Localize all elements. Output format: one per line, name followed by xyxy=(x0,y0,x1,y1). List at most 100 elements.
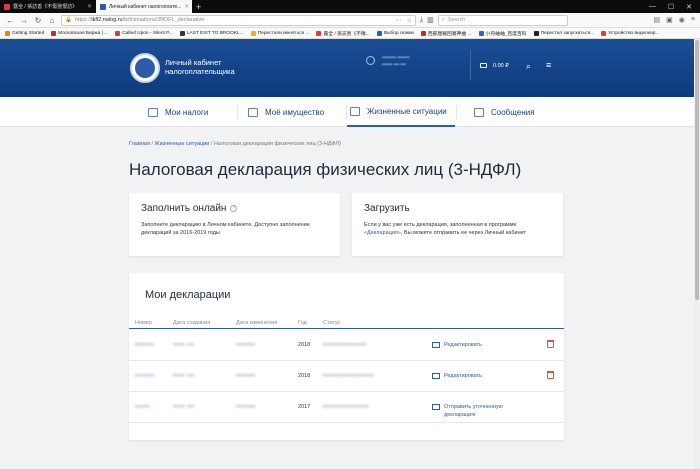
declaration-action-button[interactable]: Редактировать xyxy=(432,372,524,380)
column-header: Год xyxy=(298,320,307,326)
envelope-icon xyxy=(432,404,440,410)
section-title: Мои декларации xyxy=(145,289,231,301)
minimize-icon[interactable]: — xyxy=(649,3,656,11)
browser-tab-active[interactable]: Личный кабинет налогоплате... ✕ xyxy=(96,0,192,13)
search-input[interactable]: ⌕ Search xyxy=(437,14,568,26)
search-icon[interactable]: ⌕ xyxy=(526,61,531,72)
fns-logo[interactable] xyxy=(130,53,160,83)
balance[interactable]: 0.00 ₽ xyxy=(493,63,509,69)
url-host: lkfl2.nalog.ru xyxy=(91,17,123,23)
forward-icon[interactable]: → xyxy=(19,16,29,25)
window-controls: — ☐ ✕ xyxy=(649,3,700,11)
bookmark-item[interactable]: 西部厘戦回葛神曲 ... xyxy=(420,30,472,37)
fill-online-card[interactable]: Заполнить онлайн? Заполните декларацию в… xyxy=(129,193,340,256)
bookmark-favicon-icon xyxy=(51,30,57,36)
breadcrumb-current: Налоговая декларация физических лиц (3-Н… xyxy=(213,141,341,147)
tab-close-icon[interactable]: ✕ xyxy=(184,3,189,10)
library-icon[interactable]: ▤ xyxy=(654,16,661,24)
bookmark-item[interactable]: Московская Биржа | ... xyxy=(51,30,108,36)
bookmark-favicon-icon xyxy=(376,30,382,36)
declaration-action-button[interactable]: Отправить уточненную декларацию xyxy=(432,403,522,419)
taxes-icon xyxy=(148,107,158,117)
breadcrumb-life-situations[interactable]: Жизненные ситуации xyxy=(155,141,210,147)
site-brand[interactable]: Личный кабинет налогоплательщика xyxy=(165,58,235,76)
breadcrumb-home[interactable]: Главная xyxy=(129,141,150,147)
column-header: Статус xyxy=(323,320,341,326)
bookmark-favicon-icon xyxy=(179,30,185,36)
extension-icon[interactable]: ◉ xyxy=(679,16,685,24)
declaration-number[interactable]: •••••• xyxy=(135,404,150,410)
page-title: Налоговая декларация физических лиц (3-Н… xyxy=(129,160,522,179)
browser-tab[interactable]: 露全 / 孫訪善《不傷弛恨訪》 ✕ xyxy=(0,0,96,13)
url-scheme: https:// xyxy=(74,17,92,23)
nav-life-situations[interactable]: Жизненные ситуации xyxy=(347,97,455,127)
date-created: ••••• ••• xyxy=(173,373,195,379)
nav-my-taxes[interactable]: Мои налоги xyxy=(148,97,208,127)
declaration-status: ••••••••••••••••••• xyxy=(323,404,370,410)
envelope-icon xyxy=(432,342,440,348)
back-icon[interactable]: ← xyxy=(5,16,15,25)
sidebar-icon[interactable]: ▣ xyxy=(666,16,673,24)
scrollbar-thumb[interactable] xyxy=(695,40,699,300)
tab-close-icon[interactable]: ✕ xyxy=(87,3,92,10)
declaration-action-button[interactable]: Редактировать xyxy=(432,341,524,349)
bookmark-item[interactable]: 露全 / 孫訪善《不傷... xyxy=(316,30,370,37)
bookmark-item[interactable]: LAST EXIT TO BROOKL... xyxy=(179,30,244,36)
more-actions-icon[interactable]: ⋯ xyxy=(396,17,402,24)
url-bar[interactable]: 🔒 https://lkfl2.nalog.ru/lkfl/situations… xyxy=(61,14,416,26)
date-changed: •••••••• xyxy=(236,404,256,410)
maximize-icon[interactable]: ☐ xyxy=(668,3,674,11)
nav-messages[interactable]: Сообщения xyxy=(474,97,534,127)
bookmark-favicon-icon xyxy=(5,30,10,36)
trash-icon[interactable] xyxy=(547,371,554,379)
main-nav: Мои налоги Моё имущество Жизненные ситуа… xyxy=(0,97,700,127)
column-header: Дата создания xyxy=(173,320,211,326)
bookmark-favicon-icon xyxy=(316,30,322,36)
bookmark-item[interactable]: Called Upon - Silent P... xyxy=(115,30,173,36)
upload-card[interactable]: Загрузить Если у вас уже есть декларация… xyxy=(352,193,563,256)
bookmark-item[interactable]: 小丹岫岫_百度百科 xyxy=(478,30,527,37)
reload-icon[interactable]: ↻ xyxy=(33,16,43,25)
bookmark-item[interactable]: Getting Started xyxy=(5,30,44,36)
date-changed: •••••••• xyxy=(236,342,256,348)
tab-favicon-icon xyxy=(100,3,106,10)
downloads-icon[interactable]: ⤓ xyxy=(420,16,423,24)
property-icon xyxy=(248,107,258,117)
declaration-status: •••••••••••••••••• xyxy=(323,342,367,348)
declaration-number[interactable]: •••••••• xyxy=(135,373,154,379)
nav-separator xyxy=(456,105,457,119)
declaration-number[interactable]: •••••••• xyxy=(135,342,154,348)
date-created: ••••• ••• xyxy=(173,404,195,410)
bookmark-item[interactable]: Выбор сюжки xyxy=(376,30,414,36)
card-title: Заполнить онлайн? xyxy=(141,203,238,214)
bookmark-favicon-icon xyxy=(420,30,426,36)
declaration-year: 2018 xyxy=(298,342,311,348)
header-divider xyxy=(470,50,471,80)
bookmark-item[interactable]: Перестали меняться ... xyxy=(250,30,309,36)
help-icon[interactable]: ? xyxy=(230,205,238,212)
user-name[interactable]: •••••••• ••••••• •••••• ••• ••• xyxy=(382,55,410,69)
bookmark-item[interactable]: Устройство видеокар... xyxy=(601,30,659,36)
close-window-icon[interactable]: ✕ xyxy=(686,3,692,11)
bookmark-star-icon[interactable]: ☆ xyxy=(407,17,412,24)
trash-icon[interactable] xyxy=(547,340,554,348)
hamburger-menu-icon[interactable]: ≡ xyxy=(691,16,695,24)
new-tab-button[interactable]: + xyxy=(196,2,201,12)
tab-title: 露全 / 孫訪善《不傷弛恨訪》 xyxy=(13,4,78,10)
menu-icon[interactable]: ≡ xyxy=(546,60,551,70)
messages-icon xyxy=(474,107,484,117)
wallet-icon[interactable] xyxy=(480,63,487,68)
card-text: Заполните декларацию в Личном кабинете. … xyxy=(141,222,310,236)
user-icon[interactable] xyxy=(366,56,375,65)
search-placeholder: Search xyxy=(447,17,466,23)
table-row: •••••••• ••••• ••• •••••••• 2018 •••••••••••… xyxy=(129,330,564,361)
declaration-program-link[interactable]: «Декларация» xyxy=(364,230,401,236)
declaration-year: 2018 xyxy=(298,373,311,379)
bookmark-favicon-icon xyxy=(601,30,607,36)
library-icon[interactable]: ▥ xyxy=(427,16,434,24)
browser-tab-bar: 露全 / 孫訪善《不傷弛恨訪》 ✕ Личный кабинет налогоп… xyxy=(0,0,700,13)
home-icon[interactable]: ⌂ xyxy=(47,16,57,25)
bookmark-item[interactable]: Перестал запускаться... xyxy=(533,30,594,36)
search-icon: ⌕ xyxy=(441,16,445,23)
nav-my-property[interactable]: Моё имущество xyxy=(248,97,324,127)
